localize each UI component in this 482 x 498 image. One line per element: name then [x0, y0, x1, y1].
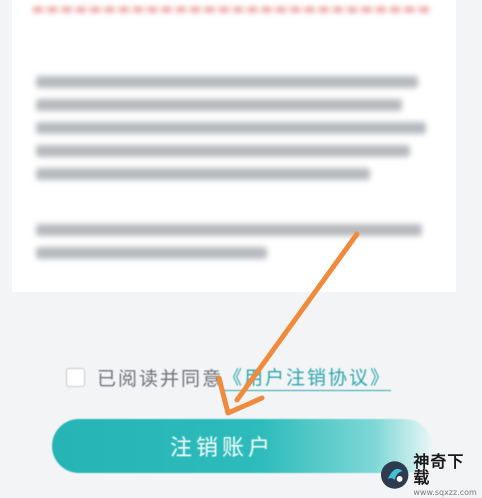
agreement-link[interactable]: 《用户注销协议》 — [223, 363, 392, 391]
agreement-card: ▬▬▬▬▬▬▬▬▬▬▬▬▬▬▬▬▬▬▬▬▬▬▬▬▬▬▬▬ — [12, 0, 456, 292]
watermark-logo-icon — [380, 461, 409, 489]
watermark-url: www.sqxzz.com — [413, 487, 477, 497]
watermark: 神奇下载 www.sqxzz.com — [380, 451, 480, 497]
cancel-account-button[interactable]: 注销账户 — [52, 419, 432, 473]
blurred-paragraph-2 — [36, 218, 434, 270]
blurred-paragraph-1 — [36, 70, 434, 191]
agreement-prefix-text: 已阅读并同意 — [97, 367, 224, 390]
cancel-account-screen: ▬▬▬▬▬▬▬▬▬▬▬▬▬▬▬▬▬▬▬▬▬▬▬▬▬▬▬▬ 已阅读并同意 《用户注… — [0, 0, 482, 498]
agree-checkbox[interactable] — [66, 367, 85, 387]
agreement-consent-row: 已阅读并同意 《用户注销协议》 — [66, 362, 392, 392]
blurred-agreement-content: ▬▬▬▬▬▬▬▬▬▬▬▬▬▬▬▬▬▬▬▬▬▬▬▬▬▬▬▬ — [12, 0, 456, 292]
watermark-title: 神奇下载 — [413, 451, 465, 487]
blurred-warning-line: ▬▬▬▬▬▬▬▬▬▬▬▬▬▬▬▬▬▬▬▬▬▬▬▬▬▬▬▬ — [32, 2, 432, 16]
